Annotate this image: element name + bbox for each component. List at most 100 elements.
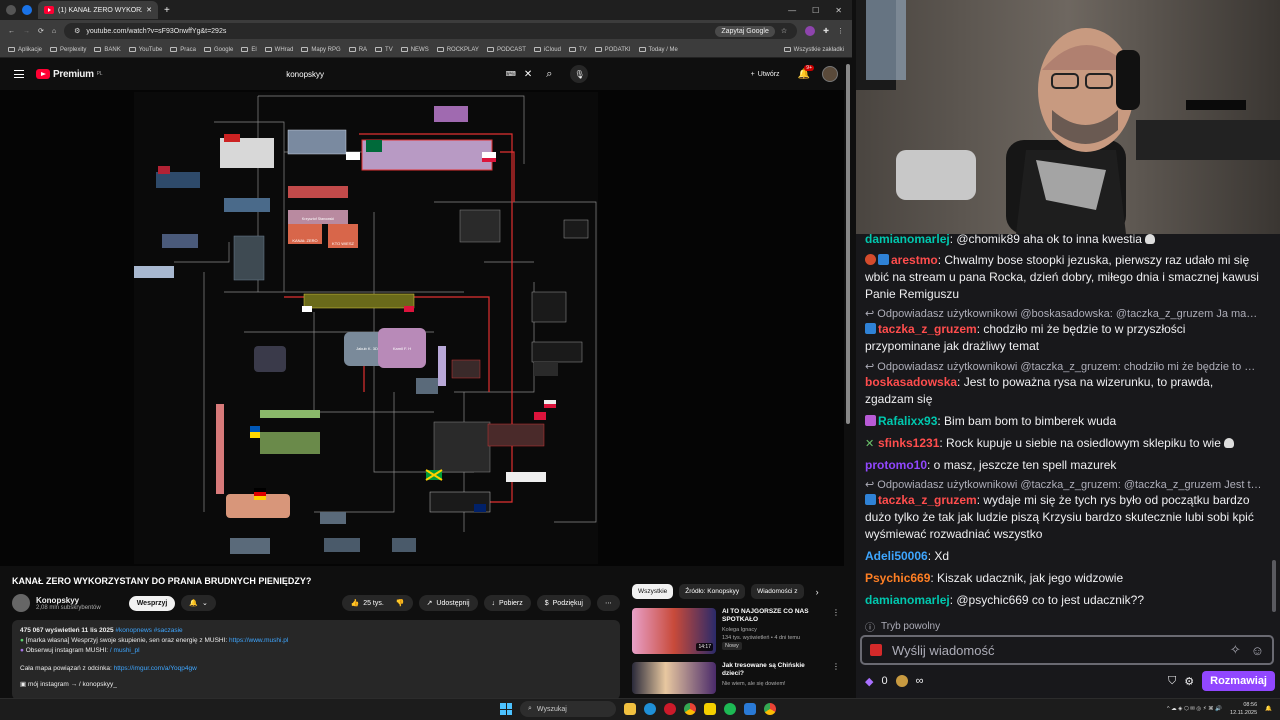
close-window-icon[interactable]: ✕ (835, 6, 842, 15)
bookmark-item[interactable]: iCloud (533, 47, 561, 53)
more-options-icon[interactable]: ⋮ (832, 608, 840, 654)
video-player[interactable]: KANAŁ ZERO KTO WIESZ Krzysztof Stanowski… (0, 90, 844, 566)
clock[interactable]: 08:56 12.11.2025 (1230, 701, 1257, 717)
bookmark-item[interactable]: YouTube (128, 47, 162, 53)
chat-username[interactable]: Psychic669 (865, 571, 930, 585)
chat-scrollbar[interactable] (1272, 560, 1276, 612)
bookmark-item[interactable]: Google (203, 47, 233, 53)
recommendation-item[interactable]: Jak tresowane są Chińskie dzieci? Nie wi… (632, 662, 840, 694)
like-button[interactable]: 👍 25 tys. 👎 (342, 595, 413, 611)
chat-username[interactable]: taczka_z_gruzem (878, 322, 977, 336)
tab-youtube[interactable]: (1) KANAŁ ZERO WYKORZY ✕ (38, 1, 158, 19)
extensions-puzzle-icon[interactable]: ✚ (823, 27, 829, 35)
chat-username[interactable]: boskasadowska (865, 375, 957, 389)
video-title-rec[interactable]: AI TO NAJGORSZE CO NAS SPOTKAŁO (722, 608, 826, 624)
settings-gear-icon[interactable]: ⚙ (1184, 675, 1194, 688)
video-thumbnail[interactable]: 14:17 (632, 608, 716, 654)
chat-username[interactable]: arestmo (891, 253, 938, 267)
notification-bell-icon[interactable]: 🔔 (1265, 706, 1272, 712)
notes-icon[interactable] (704, 703, 716, 715)
extension-icon[interactable] (805, 26, 816, 36)
search-input[interactable]: konopskyy ⌨ ✕ (278, 63, 540, 85)
more-options-icon[interactable]: ⋮ (832, 662, 840, 694)
chat-send-button[interactable]: Rozmawiaj (1202, 671, 1275, 691)
chat-username[interactable]: sfinks1231 (878, 436, 939, 450)
account-avatar[interactable] (822, 66, 838, 82)
new-tab-button[interactable]: + (164, 5, 170, 16)
spotify-icon[interactable] (724, 703, 736, 715)
maximize-icon[interactable]: ☐ (812, 6, 819, 15)
channel-points-icon[interactable]: ◆ (865, 675, 873, 688)
chevron-right-icon[interactable]: › (816, 587, 819, 597)
omnibox[interactable]: ⚙ youtube.com/watch?v=sF93OnwffYg&t=292s… (64, 23, 798, 39)
channel-name[interactable]: Konopskyy (36, 596, 101, 605)
tray-icons[interactable]: ^ ☁ ◈ ⬡ ✉ ◎ ⚡ ⌘ 🔊 (1167, 706, 1222, 712)
bookmark-item[interactable]: ROCKPLAY (436, 47, 479, 53)
forward-icon[interactable]: → (23, 28, 30, 35)
search-icon[interactable]: ⌕ (546, 68, 552, 81)
windows-start-icon[interactable] (500, 703, 512, 715)
emoji-icon[interactable]: ☺ (1251, 643, 1264, 658)
bookmark-item[interactable]: NEWS (400, 47, 429, 53)
more-actions-button[interactable]: ⋯ (597, 595, 620, 611)
subscription-bell-button[interactable]: 🔔 ⌄ (181, 595, 216, 611)
chip-all[interactable]: Wszystkie (632, 584, 674, 599)
chat-username[interactable]: Adeli50006 (865, 549, 928, 563)
download-button[interactable]: ↓ Pobierz (483, 595, 531, 611)
chip-news[interactable]: Wiadomości z (751, 584, 804, 599)
mushi-link[interactable]: https://www.mushi.pl (229, 637, 288, 644)
sparkle-icon[interactable]: ✧ (1230, 642, 1241, 658)
chat-username[interactable]: protomo10 (865, 458, 927, 472)
chat-username[interactable]: damianomarlej (865, 593, 950, 607)
chip-source[interactable]: Źródło: Konopskyy (679, 584, 746, 599)
bookmark-item[interactable]: PODCAST (486, 47, 526, 53)
bookmark-item[interactable]: TV (375, 47, 393, 53)
chrome-active-icon[interactable] (764, 703, 776, 715)
page-scrollbar[interactable] (846, 64, 850, 424)
profile-icon[interactable] (22, 5, 32, 15)
opera-icon[interactable] (664, 703, 676, 715)
video-description[interactable]: 475 067 wyświetleń 11 lis 2025 #konopnew… (12, 620, 620, 698)
tab-close-icon[interactable]: ✕ (146, 6, 152, 14)
chat-username[interactable]: damianomarlej (865, 232, 950, 246)
youtube-logo[interactable]: Premium PL (36, 69, 103, 80)
edge-icon[interactable] (644, 703, 656, 715)
taskbar-search[interactable]: ⌕ Wyszukaj (520, 701, 616, 717)
menu-icon[interactable] (14, 70, 24, 78)
channel-avatar[interactable] (12, 594, 30, 612)
support-button[interactable]: Wesprzyj (128, 595, 176, 611)
star-icon[interactable]: ☆ (781, 27, 787, 35)
create-button[interactable]: + Utwórz (745, 68, 786, 81)
home-icon[interactable]: ⌂ (52, 28, 56, 35)
site-info-icon[interactable]: ⚙ (74, 27, 80, 35)
shield-icon[interactable]: ⛉ (1168, 675, 1176, 688)
bookmark-item[interactable]: Aplikacje (8, 47, 42, 53)
browser-more-icon[interactable]: ⋮ (837, 27, 844, 35)
bookmark-item[interactable]: Perplexity (50, 47, 86, 53)
video-thumbnail[interactable] (632, 662, 716, 694)
app-icon[interactable] (744, 703, 756, 715)
share-button[interactable]: ↗ Udostępnij (418, 595, 478, 611)
bookmark-item[interactable]: WHrad (264, 47, 293, 53)
file-explorer-icon[interactable] (624, 703, 636, 715)
thumbs-down-icon[interactable]: 👎 (396, 599, 405, 607)
emote-icon[interactable] (870, 644, 882, 656)
bookmark-item[interactable]: PODATKI (594, 47, 631, 53)
chat-input[interactable]: Wyślij wiadomość ✧ ☺ (860, 635, 1274, 665)
ask-google-button[interactable]: Zapytaj Google (715, 25, 775, 37)
back-icon[interactable]: ← (8, 28, 15, 35)
url-text[interactable]: youtube.com/watch?v=sF93OnwffYg&t=292s (86, 28, 709, 35)
keyboard-icon[interactable]: ⌨ (506, 70, 516, 78)
clear-search-icon[interactable]: ✕ (524, 69, 532, 80)
bookmark-item[interactable]: Mapy RPG (301, 47, 341, 53)
bookmark-item[interactable]: El (241, 47, 257, 53)
reload-icon[interactable]: ⟳ (38, 27, 44, 35)
all-bookmarks[interactable]: Wszystkie zakładki (783, 47, 844, 53)
chat-username[interactable]: taczka_z_gruzem (878, 493, 977, 507)
bookmark-item[interactable]: Praca (170, 47, 196, 53)
imgur-link[interactable]: https://imgur.com/a/Yoqp4gw (114, 665, 197, 672)
notifications-button[interactable]: 🔔 9+ (798, 64, 814, 80)
bookmark-item[interactable]: Today / Me (638, 47, 678, 53)
bookmark-item[interactable]: BANK (94, 47, 121, 53)
minimize-icon[interactable]: — (788, 6, 796, 15)
